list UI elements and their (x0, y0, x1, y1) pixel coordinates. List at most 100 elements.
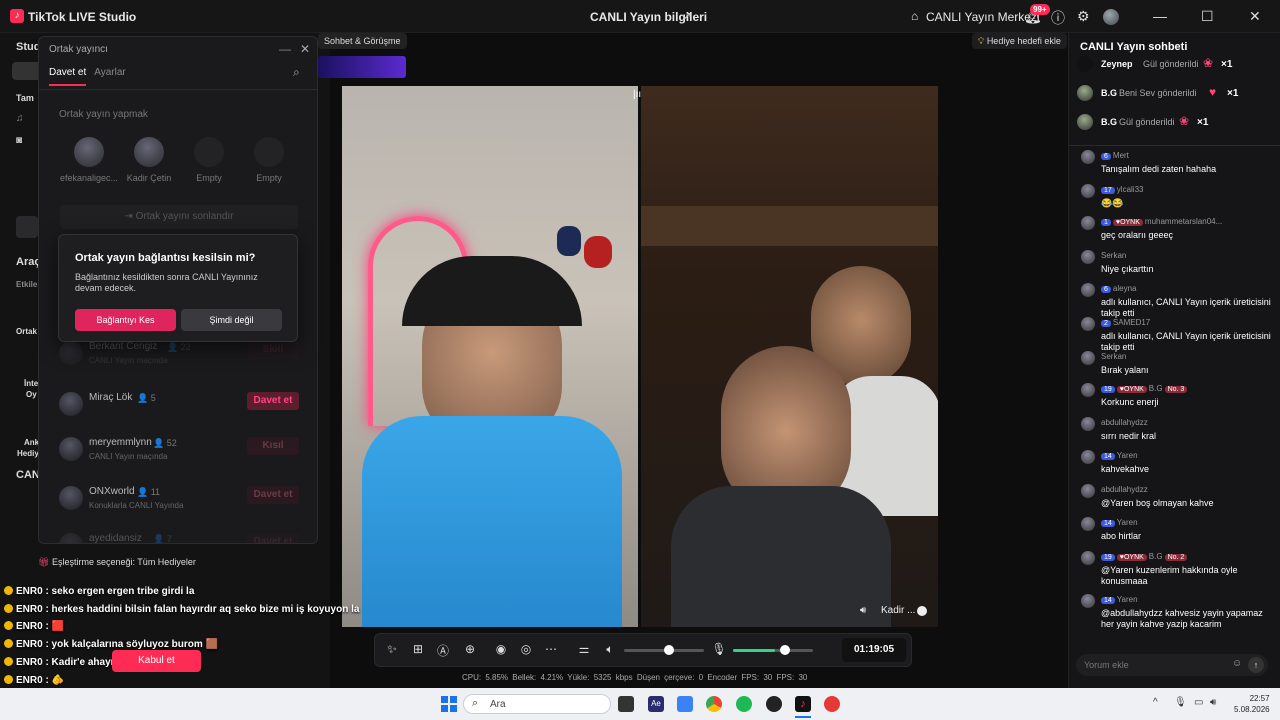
avatar (1077, 56, 1093, 72)
chrome-icon[interactable] (706, 696, 722, 712)
avatar (1077, 114, 1093, 130)
list-item-button[interactable]: Kısıl (247, 437, 299, 455)
volume-tray-icon[interactable]: 🔊︎ (1210, 697, 1216, 708)
volume-knob[interactable] (664, 645, 674, 655)
search-icon[interactable]: ⌕ (293, 65, 300, 80)
after-effects-icon[interactable]: Ae (648, 696, 664, 712)
avatar[interactable] (1081, 351, 1095, 365)
chat-username[interactable]: aleyna (1113, 284, 1137, 293)
chat-username[interactable]: Serkan (1101, 251, 1126, 260)
cohost-slot[interactable]: Kadir Çetin (119, 137, 179, 183)
chat-username[interactable]: muhammetarslan04... (1145, 217, 1222, 226)
chat-call-tab[interactable]: Sohbet & Görüşme (318, 33, 407, 49)
tiktok-taskbar-icon[interactable]: ♪ (795, 696, 811, 712)
avatar[interactable] (1081, 150, 1095, 164)
microphone-icon[interactable]: 🎙︎ (711, 642, 727, 656)
avatar[interactable] (1081, 450, 1095, 464)
tool-cohost[interactable]: Ortak (16, 327, 37, 336)
tool-interactive[interactable]: İnte (24, 379, 38, 388)
more-icon[interactable]: ⋯ (543, 642, 559, 656)
volume-icon[interactable]: 🔈︎ (602, 642, 618, 657)
avatar[interactable] (1081, 184, 1095, 198)
event-banner[interactable] (318, 56, 406, 78)
tab-settings[interactable]: Ayarlar (94, 67, 126, 78)
not-now-button[interactable]: Şimdi değil (181, 309, 282, 331)
emoji-icon[interactable]: ☺ (1232, 658, 1242, 669)
chat-username[interactable]: Yaren (1117, 518, 1138, 527)
add-source-icon[interactable]: ⊕ (462, 642, 478, 656)
cohost-slot[interactable]: Empty (239, 137, 299, 183)
chat-username[interactable]: B.G (1149, 552, 1163, 561)
profile-avatar[interactable] (1103, 9, 1119, 25)
list-item-button[interactable]: Davet et (247, 486, 299, 504)
match-option-label: Eşleştirme seçeneği: Tüm Hediyeler (51, 557, 196, 567)
maximize-icon[interactable]: ☐ (1201, 8, 1214, 25)
record-icon[interactable]: ◉ (493, 642, 509, 656)
taskbar-search[interactable]: ⌕ Ara (463, 694, 611, 714)
obs-icon[interactable] (766, 696, 782, 712)
send-icon[interactable]: ↑ (1248, 657, 1264, 673)
minimize-icon[interactable]: — (1153, 8, 1167, 24)
magic-wand-icon[interactable]: ✨︎ (384, 642, 400, 657)
minimize-panel-icon[interactable]: — (279, 42, 291, 56)
media-icon[interactable] (824, 696, 840, 712)
avatar[interactable] (1081, 594, 1095, 608)
live-center-link[interactable]: CANLI Yayın Merkezi (926, 10, 1040, 24)
mic-slider[interactable] (733, 649, 813, 652)
tool-survey[interactable]: Ank (24, 438, 39, 447)
avatar[interactable] (1081, 517, 1095, 531)
edge-icon[interactable] (677, 696, 693, 712)
close-icon[interactable]: ✕ (1249, 8, 1261, 25)
cohost-more-icon[interactable] (917, 606, 927, 616)
chat-username[interactable]: Mert (1113, 151, 1129, 160)
disconnect-button[interactable]: Bağlantıyı Kes (75, 309, 176, 331)
cohost-slot[interactable]: efekanaligec... (59, 137, 119, 183)
studio-button[interactable] (16, 216, 38, 238)
list-item-button[interactable]: Davet et (247, 533, 299, 543)
gift-user: B.G (1101, 88, 1118, 98)
spotify-icon[interactable] (736, 696, 752, 712)
avatar[interactable] (1081, 216, 1095, 230)
chat-username[interactable]: Serkan (1101, 352, 1126, 361)
settings-icon[interactable]: ⚙ (1077, 8, 1090, 25)
avatar[interactable] (1081, 283, 1095, 297)
chat-username[interactable]: ylcali33 (1117, 185, 1144, 194)
avatar[interactable] (1081, 484, 1095, 498)
chat-username[interactable]: abdullahydzz (1101, 485, 1148, 494)
clock[interactable]: 22:57 5.08.2026 (1234, 693, 1270, 715)
share-icon[interactable]: ↗ (682, 9, 692, 23)
help-icon[interactable]: ⓘ (1051, 8, 1065, 28)
avatar[interactable] (1081, 250, 1095, 264)
chat-username[interactable]: B.G (1149, 384, 1163, 393)
tab-invite[interactable]: Davet et (49, 67, 87, 86)
task-view-icon[interactable] (618, 696, 634, 712)
chat-username[interactable]: Yaren (1117, 595, 1138, 604)
chat-message-header: 17 ylcali33 (1101, 185, 1143, 194)
avatar[interactable] (1081, 383, 1095, 397)
accept-button[interactable]: Kabul et (112, 650, 201, 672)
mic-knob[interactable] (780, 645, 790, 655)
close-panel-icon[interactable]: ✕ (300, 42, 310, 56)
avatar[interactable] (1081, 551, 1095, 565)
comment-input[interactable]: Yorum ekle ☺ ↑ (1076, 654, 1268, 676)
adjust-icon[interactable]: ⚌ (576, 642, 592, 656)
layout-icon[interactable]: ⊞ (410, 642, 426, 656)
chat-username[interactable]: Yaren (1117, 451, 1138, 460)
ai-effects-icon[interactable]: Ⓐ (435, 642, 451, 659)
avatar[interactable] (1081, 317, 1095, 331)
invite-button[interactable]: Davet et (247, 392, 299, 410)
microphone-tray-icon[interactable]: 🎙︎ (1174, 697, 1187, 708)
match-option[interactable]: 🎁︎ Eşleştirme seçeneği: Tüm Hediyeler (38, 557, 196, 568)
chat-username[interactable]: SAMED17 (1113, 318, 1150, 327)
speaker-icon[interactable]: 🔊︎ (860, 605, 866, 616)
network-icon[interactable]: ▭ (1194, 697, 1203, 708)
chevron-up-icon[interactable]: ^ (1153, 697, 1158, 708)
cohost-slot[interactable]: Empty (179, 137, 239, 183)
windows-start-icon[interactable] (441, 696, 457, 712)
end-cohost-button[interactable]: ⇥ Ortak yayını sonlandır (60, 205, 298, 229)
avatar[interactable] (1081, 417, 1095, 431)
gift-goal-button[interactable]: 💡︎ Hediye hedefi ekle (972, 33, 1067, 49)
list-item-button[interactable]: Skill (247, 341, 299, 359)
target-icon[interactable]: ◎ (518, 642, 534, 656)
chat-username[interactable]: abdullahydzz (1101, 418, 1148, 427)
